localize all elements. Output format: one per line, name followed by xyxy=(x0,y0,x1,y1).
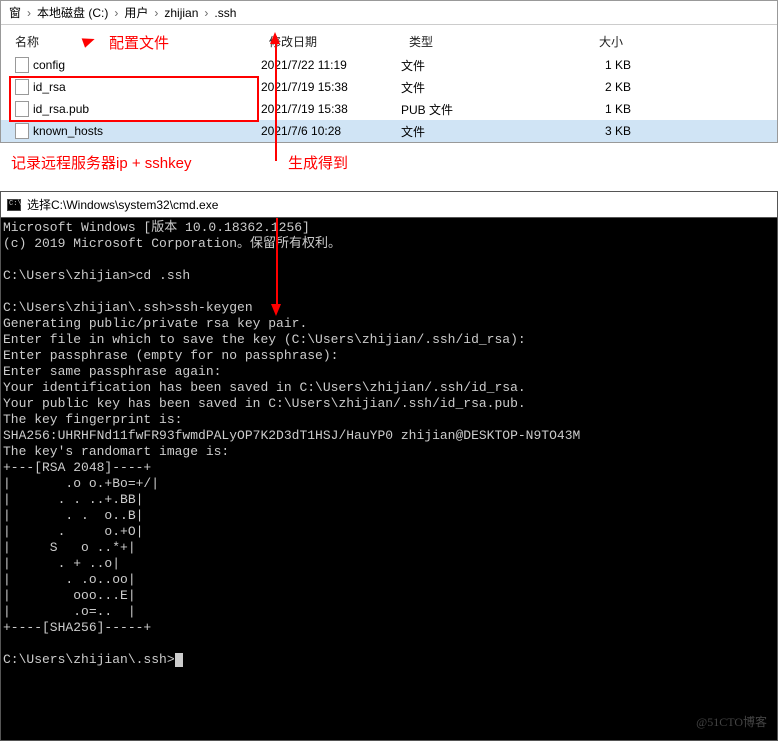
file-icon xyxy=(15,101,29,117)
file-size: 1 KB xyxy=(541,102,631,116)
chevron-right-icon: › xyxy=(114,6,118,20)
file-date: 2021/7/19 15:38 xyxy=(261,80,401,94)
file-type: 文件 xyxy=(401,57,541,74)
terminal-titlebar[interactable]: 选择C:\Windows\system32\cmd.exe xyxy=(0,191,778,217)
file-size: 2 KB xyxy=(541,80,631,94)
annotation-text: 记录远程服务器ip + sshkey xyxy=(11,152,191,173)
chevron-right-icon: › xyxy=(27,6,31,20)
file-icon xyxy=(15,79,29,95)
table-row[interactable]: id_rsa.pub 2021/7/19 15:38PUB 文件1 KB xyxy=(1,98,777,120)
watermark: @51CTO博客 xyxy=(696,714,767,730)
file-name: known_hosts xyxy=(33,124,103,138)
table-row[interactable]: known_hosts 2021/7/6 10:28文件3 KB xyxy=(1,120,777,142)
table-row[interactable]: id_rsa 2021/7/19 15:38文件2 KB xyxy=(1,76,777,98)
col-size[interactable]: 大小 xyxy=(541,31,631,52)
file-size: 1 KB xyxy=(541,58,631,72)
arrow-down-icon xyxy=(271,304,281,316)
column-headers: 名称 修改日期 类型 大小 xyxy=(1,25,777,54)
terminal-cursor xyxy=(175,653,183,667)
file-list: 配置文件 记录远程服务器ip + sshkey 生成得到 config2021/… xyxy=(1,54,777,142)
file-type: 文件 xyxy=(401,79,541,96)
file-date: 2021/7/19 15:38 xyxy=(261,102,401,116)
file-type: 文件 xyxy=(401,123,541,140)
col-name[interactable]: 名称 xyxy=(1,31,261,52)
chevron-right-icon: › xyxy=(204,6,208,20)
table-row[interactable]: config 2021/7/22 11:19文件1 KB xyxy=(1,54,777,76)
terminal-title: 选择C:\Windows\system32\cmd.exe xyxy=(27,196,218,213)
breadcrumb[interactable]: 窗 › 本地磁盘 (C:) › 用户 › zhijian › .ssh xyxy=(1,1,777,25)
file-name: id_rsa.pub xyxy=(33,102,89,116)
col-type[interactable]: 类型 xyxy=(401,31,541,52)
file-icon xyxy=(15,57,29,73)
col-date[interactable]: 修改日期 xyxy=(261,31,401,52)
arrow-line xyxy=(275,36,277,161)
file-size: 3 KB xyxy=(541,124,631,138)
arrow-line xyxy=(276,218,278,306)
bc-item[interactable]: 窗 xyxy=(9,4,21,21)
file-date: 2021/7/22 11:19 xyxy=(261,58,401,72)
arrow-up-icon xyxy=(270,32,280,44)
cmd-icon xyxy=(7,199,21,211)
annotation-text: 生成得到 xyxy=(288,152,348,173)
file-type: PUB 文件 xyxy=(401,101,541,118)
file-name: id_rsa xyxy=(33,80,66,94)
bc-item[interactable]: 本地磁盘 (C:) xyxy=(37,4,108,21)
bc-item[interactable]: .ssh xyxy=(214,6,236,20)
bc-item[interactable]: 用户 xyxy=(124,4,148,21)
bc-item[interactable]: zhijian xyxy=(164,6,198,20)
chevron-right-icon: › xyxy=(154,6,158,20)
terminal[interactable]: Microsoft Windows [版本 10.0.18362.1256] (… xyxy=(0,217,778,741)
file-icon xyxy=(15,123,29,139)
file-name: config xyxy=(33,58,65,72)
terminal-output: Microsoft Windows [版本 10.0.18362.1256] (… xyxy=(3,220,775,668)
file-date: 2021/7/6 10:28 xyxy=(261,124,401,138)
